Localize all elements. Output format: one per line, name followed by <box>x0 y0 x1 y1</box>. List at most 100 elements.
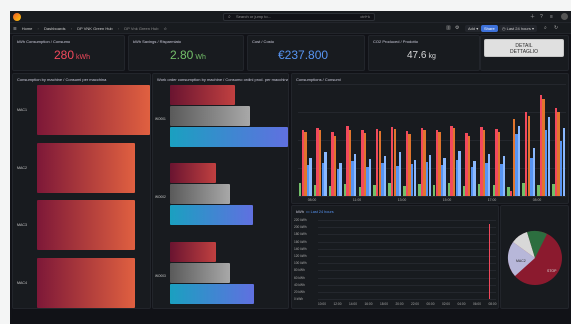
stat-panel-savings: kWh Savings / Risparmiato 2.80 Wh <box>128 35 244 71</box>
workorder-bar[interactable] <box>170 85 235 105</box>
workorder-bar[interactable] <box>170 106 251 126</box>
gridline <box>318 277 496 279</box>
machine-bar[interactable] <box>37 142 136 193</box>
detail-button[interactable]: DETAIL DETTAGLIO <box>484 39 564 57</box>
workorder-consumption-panel: Work order consumption by machine / Cons… <box>152 73 289 309</box>
kwh-y-label: 160 kWh <box>294 239 307 244</box>
consumption-bar[interactable] <box>458 150 461 196</box>
stat-value: 2.80 Wh <box>170 48 206 62</box>
workorder-bar[interactable] <box>170 284 254 304</box>
consumption-bar[interactable] <box>354 154 357 196</box>
panel-title: kWh Savings / Risparmiato <box>133 39 182 44</box>
stat-value: 280 kWh <box>54 48 90 62</box>
consumption-bar[interactable] <box>473 160 476 196</box>
gridline <box>318 234 496 236</box>
footer-area <box>10 310 571 324</box>
workorder-bar[interactable] <box>170 184 231 204</box>
stat-unit: Wh <box>195 54 206 61</box>
gridline <box>318 256 496 257</box>
machine-label: MAC4 <box>17 280 27 285</box>
refresh-icon[interactable]: ↻ <box>554 23 558 34</box>
dettaglio-label: DETTAGLIO <box>510 49 538 55</box>
panel-title: Work order consumption by machine / Cons… <box>157 77 289 82</box>
workorder-bar[interactable] <box>170 127 288 147</box>
search-input[interactable]: ⌕ Search or jump to... ctrl+k <box>223 13 375 21</box>
grafana-logo-icon[interactable] <box>13 13 21 21</box>
workorder-label: WO003 <box>155 274 166 278</box>
consumption-bar[interactable] <box>443 157 446 196</box>
legend-last-24h[interactable]: ▭ Last 24 hours <box>306 209 334 214</box>
consumptions-chart-area <box>298 84 566 197</box>
machine-bar[interactable] <box>37 85 150 135</box>
panel-title: Consumption by machine / Consumi per mac… <box>17 77 107 82</box>
consumption-bar[interactable] <box>562 127 565 196</box>
gridline <box>318 248 496 250</box>
breadcrumb: ☰ Home › Dashboards › DP VNK Green Hub ›… <box>13 23 171 34</box>
workorder-label: WO002 <box>155 195 166 199</box>
time-range-picker[interactable]: ◷ Last 24 hours ▾ <box>499 25 537 32</box>
consumption-bar[interactable] <box>428 155 431 196</box>
gridline <box>318 299 496 301</box>
chart-icon[interactable]: ▥ <box>446 23 451 34</box>
top-navbar: ⌕ Search or jump to... ctrl+k ＋ ? ≡ <box>10 11 571 23</box>
kwh-y-label: 80 kWh <box>294 268 305 273</box>
consumption-x-label: 11:00 <box>352 198 362 202</box>
avatar[interactable] <box>561 13 568 20</box>
stat-unit: kWh <box>76 54 91 61</box>
consumption-bar[interactable] <box>398 152 402 196</box>
gridline <box>298 84 566 85</box>
help-icon[interactable]: ? <box>540 13 543 21</box>
kwh-y-label: 120 kWh <box>294 254 307 258</box>
plus-icon[interactable]: ＋ <box>530 13 535 21</box>
legend-label: Last 24 hours <box>310 210 334 214</box>
breadcrumb-bar: ☰ Home › Dashboards › DP VNK Green Hub ›… <box>10 23 571 34</box>
consumption-bar[interactable] <box>383 156 387 196</box>
consumption-bar[interactable] <box>532 147 536 196</box>
workorder-bar[interactable] <box>170 242 217 262</box>
consumption-bar[interactable] <box>309 157 312 196</box>
consumption-bar[interactable] <box>368 158 372 196</box>
news-icon[interactable]: ≡ <box>550 13 553 21</box>
consumption-bar[interactable] <box>547 116 550 196</box>
breadcrumb-dashboards[interactable]: Dashboards <box>44 26 66 31</box>
kwh-spike-line[interactable] <box>489 224 490 299</box>
consumption-bar[interactable] <box>517 125 521 196</box>
stat-number: 280 <box>54 48 75 62</box>
workorder-bar[interactable] <box>170 263 231 283</box>
machine-bar[interactable] <box>37 200 136 250</box>
consumption-bar[interactable] <box>413 159 416 196</box>
pie-label-stop: STOP <box>547 269 557 273</box>
search-icon: ⌕ <box>228 14 231 20</box>
kwh-y-label: 20 kWh <box>294 290 305 294</box>
consumption-bar[interactable] <box>502 156 506 196</box>
share-button[interactable]: Share <box>481 25 498 32</box>
machine-label: MAC1 <box>17 108 27 112</box>
consumption-x-label: 17:00 <box>487 198 497 202</box>
menu-icon[interactable]: ☰ <box>13 26 17 31</box>
panel-title: Consumptions / Consumi <box>296 77 341 82</box>
kwh-y-label: 0 kWh <box>294 297 304 302</box>
consumption-x-label: 08:00 <box>307 198 317 202</box>
consumption-bar[interactable] <box>339 163 342 196</box>
kwh-y-label: 60 kWh <box>294 275 305 280</box>
consumption-bar[interactable] <box>488 154 491 196</box>
kwh-y-label: 140 kWh <box>294 246 307 251</box>
add-button[interactable]: Add ▾ <box>465 25 482 32</box>
gridline <box>318 220 496 221</box>
consumption-bar[interactable] <box>324 152 327 196</box>
search-placeholder: Search or jump to... <box>236 14 271 19</box>
kwh-y-label: 180 kWh <box>294 232 307 237</box>
star-icon[interactable]: ☆ <box>164 26 168 31</box>
workorder-bar[interactable] <box>170 163 217 183</box>
breadcrumb-folder[interactable]: DP VNK Green Hub <box>77 26 113 31</box>
gear-icon[interactable]: ⚙ <box>455 23 459 34</box>
stat-value: 47.6 kg <box>407 50 436 61</box>
stat-panel-co2: CO2 Produced / Prodotto 47.6 kg <box>368 35 480 71</box>
breadcrumb-home[interactable]: Home <box>22 26 33 31</box>
machine-bar[interactable] <box>37 257 136 308</box>
zoom-out-icon[interactable]: ⌕ <box>544 23 547 34</box>
kwh-y-label: 200 kWh <box>294 225 307 230</box>
panel-title: kWh Consumption / Consumo <box>17 39 71 44</box>
workorder-bar[interactable] <box>170 205 253 225</box>
machines-consumption-panel: Consumption by machine / Consumi per mac… <box>12 73 151 309</box>
